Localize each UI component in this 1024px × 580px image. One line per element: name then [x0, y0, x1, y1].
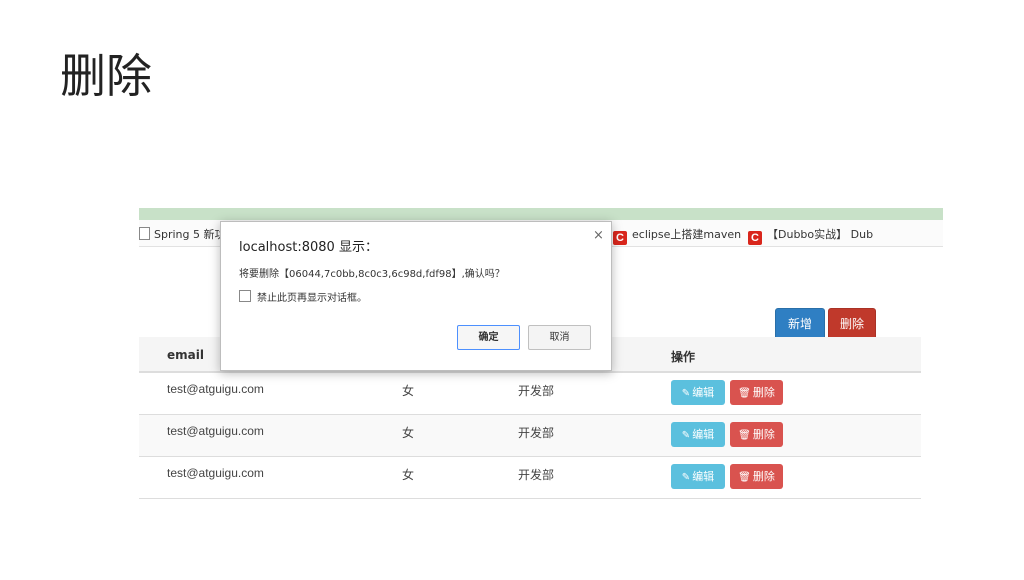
- cell-email: test@atguigu.com: [167, 382, 264, 396]
- close-icon[interactable]: ×: [593, 228, 604, 243]
- delete-label: 删除: [752, 386, 775, 399]
- add-button[interactable]: 新增: [775, 308, 825, 340]
- delete-button[interactable]: 🗑 删除: [730, 380, 783, 405]
- delete-label: 删除: [752, 428, 775, 441]
- edit-button[interactable]: ✎ 编辑: [671, 380, 725, 405]
- pencil-icon: ✎: [681, 430, 691, 441]
- pencil-icon: ✎: [681, 388, 691, 399]
- cell-gender: 女: [402, 468, 415, 482]
- table-row: test@atguigu.com 女 开发部 ✎ 编辑 🗑 删除: [139, 457, 921, 499]
- edit-button[interactable]: ✎ 编辑: [671, 464, 725, 489]
- delete-button[interactable]: 🗑 删除: [730, 464, 783, 489]
- bookmark-label: Spring 5 新功: [154, 228, 226, 241]
- confirm-dialog: localhost:8080 显示： × 将要删除【06044,7c0bb,8c…: [220, 221, 612, 371]
- ok-button[interactable]: 确定: [457, 325, 520, 350]
- cell-email: test@atguigu.com: [167, 466, 264, 480]
- edit-label: 编辑: [692, 470, 715, 483]
- cell-department: 开发部: [518, 426, 555, 440]
- table-row: test@atguigu.com 女 开发部 ✎ 编辑 🗑 删除: [139, 415, 921, 457]
- cell-department: 开发部: [518, 468, 555, 482]
- delete-label: 删除: [752, 470, 775, 483]
- bookmark-spring5[interactable]: Spring 5 新功: [139, 226, 226, 242]
- cell-gender: 女: [402, 384, 415, 398]
- column-header-email: email: [167, 348, 204, 362]
- trash-icon: 🗑: [738, 430, 751, 441]
- trash-icon: 🗑: [738, 388, 751, 399]
- cell-department: 开发部: [518, 384, 555, 398]
- cancel-button[interactable]: 取消: [528, 325, 591, 350]
- bookmark-eclipse-maven[interactable]: Ceclipse上搭建maven: [613, 226, 741, 245]
- delete-button[interactable]: 🗑 删除: [730, 422, 783, 447]
- column-header-actions: 操作: [671, 350, 696, 364]
- edit-label: 编辑: [692, 428, 715, 441]
- edit-label: 编辑: [692, 386, 715, 399]
- browser-top-strip: [139, 208, 943, 220]
- bookmark-label: eclipse上搭建maven: [632, 228, 742, 241]
- bookmark-dubbo[interactable]: C 【Dubbo实战】 Dub: [748, 226, 873, 245]
- cell-gender: 女: [402, 426, 415, 440]
- csdn-icon: C: [748, 231, 762, 245]
- cell-email: test@atguigu.com: [167, 424, 264, 438]
- trash-icon: 🗑: [738, 472, 751, 483]
- dialog-message: 将要删除【06044,7c0bb,8c0c3,6c98d,fdf98】,确认吗？: [239, 269, 505, 280]
- edit-button[interactable]: ✎ 编辑: [671, 422, 725, 447]
- slide-title: 删除: [60, 49, 152, 103]
- page-icon: [139, 227, 150, 240]
- bookmark-label: 【Dubbo实战】 Dub: [767, 228, 874, 241]
- pencil-icon: ✎: [681, 472, 691, 483]
- table-row: test@atguigu.com 女 开发部 ✎ 编辑 🗑 删除: [139, 373, 921, 415]
- bulk-delete-button[interactable]: 删除: [828, 308, 876, 340]
- suppress-dialogs-label[interactable]: 禁止此页再显示对话框。: [257, 289, 367, 304]
- csdn-icon: C: [613, 231, 627, 245]
- dialog-title: localhost:8080 显示：: [239, 240, 378, 255]
- suppress-dialogs-checkbox[interactable]: [239, 290, 251, 302]
